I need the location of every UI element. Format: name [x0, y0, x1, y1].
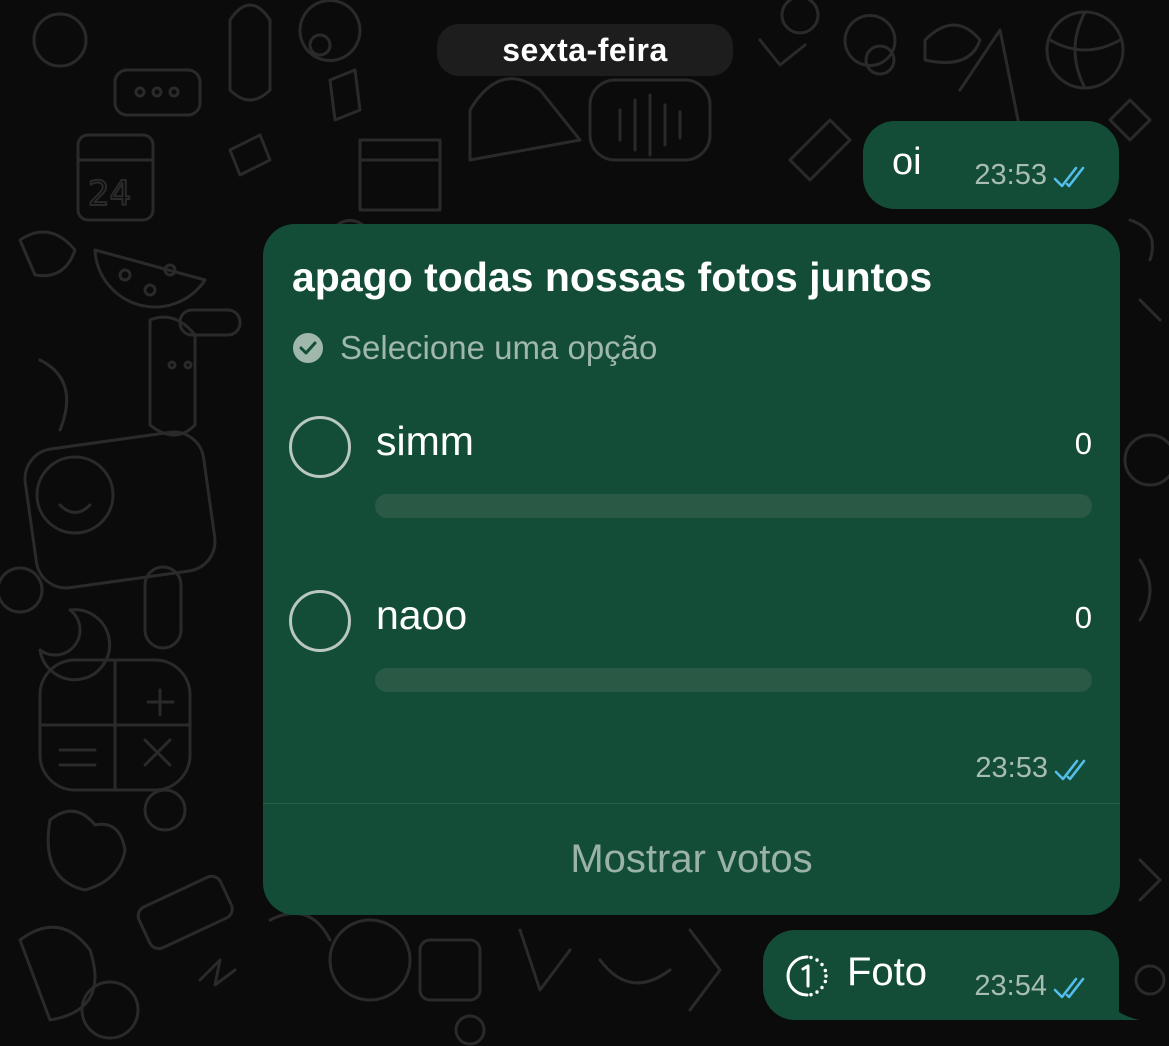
poll-question: apago todas nossas fotos juntos	[292, 254, 933, 300]
check-circle-icon	[292, 332, 324, 364]
poll-option[interactable]: naoo 0	[289, 590, 1092, 700]
poll-message: apago todas nossas fotos juntos Selecion…	[263, 224, 1120, 915]
message-meta: 23:53	[975, 752, 1092, 785]
poll-option[interactable]: simm 0	[289, 416, 1092, 526]
poll-option-count: 0	[1074, 426, 1092, 461]
view-once-icon	[785, 954, 829, 998]
read-double-check-icon	[1053, 975, 1091, 999]
svg-text:24: 24	[88, 174, 131, 214]
poll-progress-bar	[375, 494, 1092, 518]
radio-button[interactable]	[289, 590, 351, 652]
read-double-check-icon	[1054, 757, 1092, 781]
poll-option-label: naoo	[376, 592, 468, 638]
read-double-check-icon	[1053, 164, 1091, 188]
photo-label: Foto	[847, 950, 928, 994]
show-votes-button[interactable]: Mostrar votos	[263, 804, 1120, 915]
message-time: 23:53	[974, 159, 1047, 191]
message-meta: 23:53	[974, 159, 1091, 192]
poll-instruction: Selecione uma opção	[292, 329, 657, 367]
poll-option-label: simm	[376, 418, 474, 464]
bubble-tail	[1099, 980, 1139, 1020]
view-once-photo-message[interactable]: Foto 23:54	[763, 930, 1139, 1020]
message-time: 23:54	[974, 970, 1047, 1002]
message-time: 23:53	[975, 752, 1048, 784]
radio-button[interactable]	[289, 416, 351, 478]
poll-option-count: 0	[1074, 600, 1092, 635]
message-text: oi	[892, 141, 922, 183]
poll-progress-bar	[375, 668, 1092, 692]
message-meta: 23:54	[974, 970, 1091, 1003]
date-separator: sexta-feira	[437, 24, 733, 76]
poll-subtitle: Selecione uma opção	[340, 329, 658, 366]
message-bubble[interactable]: oi 23:53	[863, 121, 1119, 209]
